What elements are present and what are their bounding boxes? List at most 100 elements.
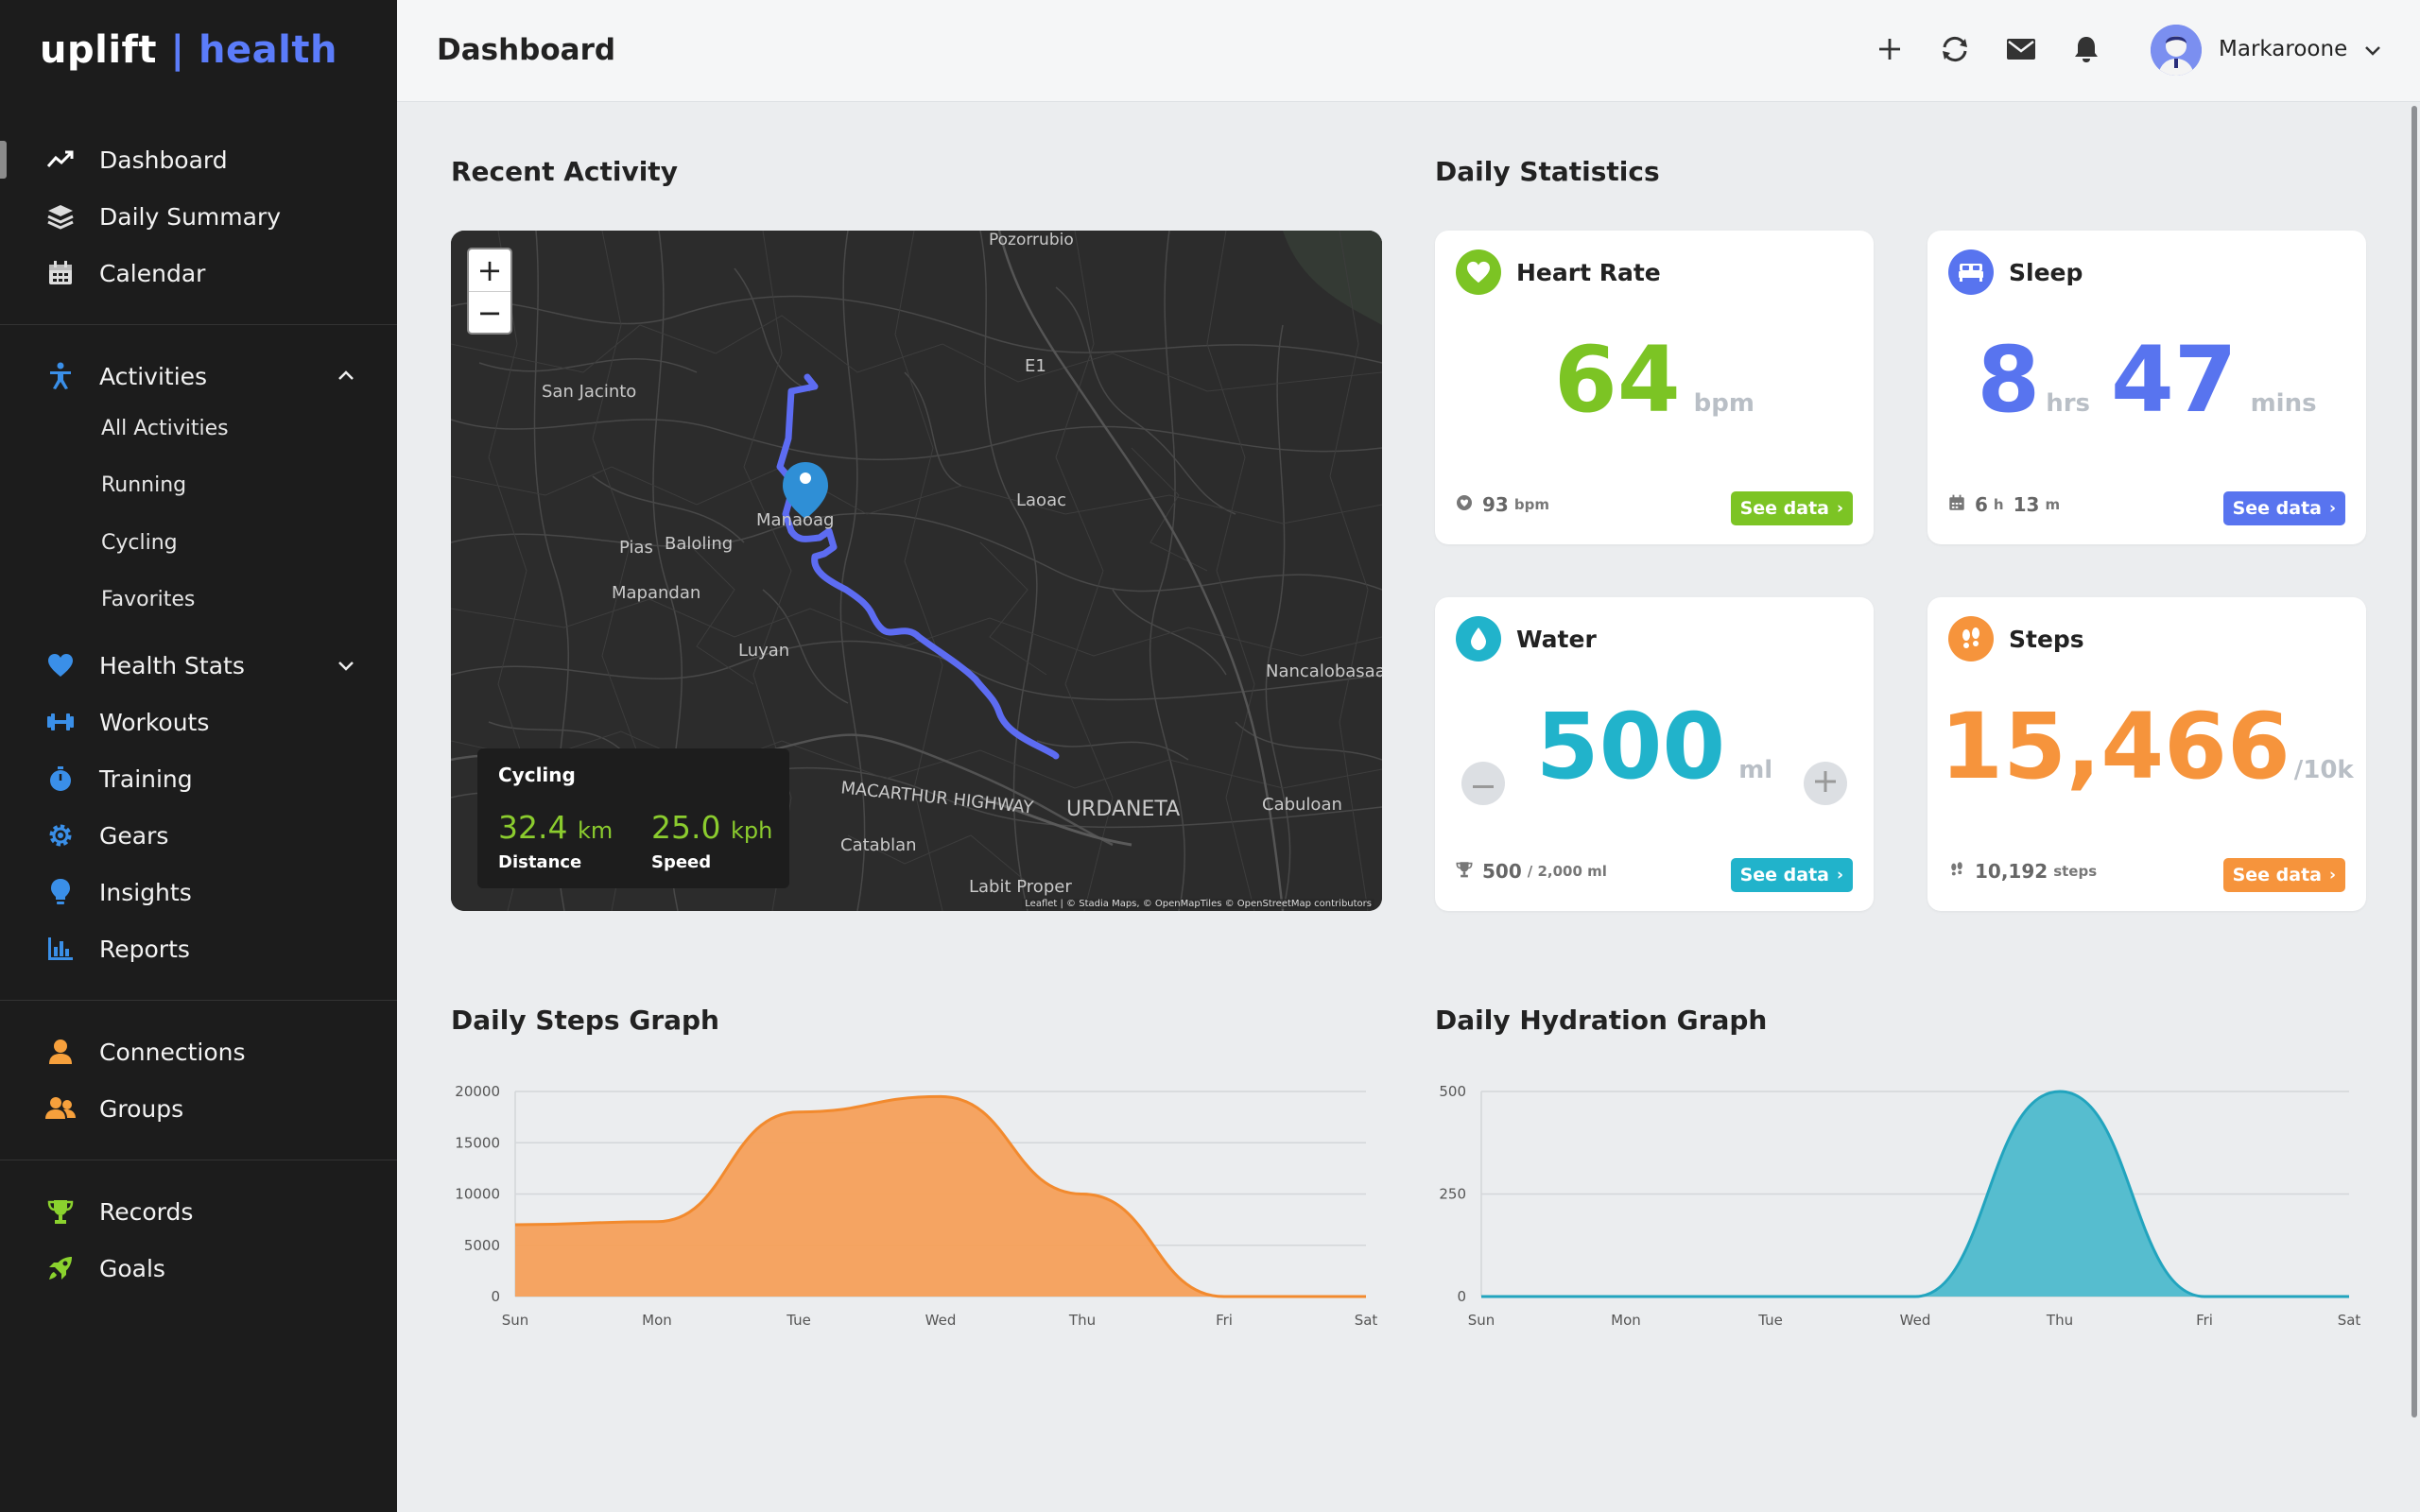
x-tick-label: Thu — [1068, 1312, 1096, 1329]
sidebar-item-reports[interactable]: Reports — [0, 922, 397, 975]
messages-button[interactable] — [2002, 32, 2040, 70]
sleep-avg-hours-unit: h — [1993, 496, 2004, 513]
water-see-data-button[interactable]: See data › — [1730, 858, 1853, 892]
trophy-icon — [45, 1196, 76, 1227]
bell-icon — [2074, 35, 2099, 67]
y-tick-label: 0 — [1457, 1288, 1466, 1305]
sync-button[interactable] — [1936, 32, 1974, 70]
sidebar-item-health-stats[interactable]: Health Stats — [0, 639, 397, 692]
y-tick-label: 250 — [1439, 1186, 1466, 1203]
activity-type: Cycling — [498, 764, 576, 786]
x-tick-label: Fri — [2196, 1312, 2213, 1329]
y-tick-label: 15000 — [455, 1134, 500, 1151]
distance-label: Distance — [498, 852, 582, 872]
x-tick-label: Mon — [642, 1312, 672, 1329]
layers-icon — [45, 201, 76, 232]
sleep-footer: 6 h 13 m — [1948, 493, 2060, 516]
activity-map[interactable]: Pozorrubio E1 San Jacinto Manaoag Laoac … — [451, 231, 1382, 911]
chevron-right-icon: › — [2328, 499, 2336, 518]
user-icon — [45, 1037, 76, 1067]
sidebar-subitem-cycling[interactable]: Cycling — [101, 525, 178, 559]
sidebar-item-insights[interactable]: Insights — [0, 866, 397, 919]
map-label: Pias — [619, 538, 653, 558]
steps-average-unit: steps — [2053, 863, 2098, 880]
map-label: San Jacinto — [542, 382, 637, 402]
water-footer: 500 / 2,000 ml — [1456, 860, 1607, 883]
zoom-in-button[interactable]: + — [469, 249, 510, 291]
y-tick-label: 5000 — [464, 1237, 500, 1254]
y-tick-label: 500 — [1439, 1083, 1466, 1100]
envelope-icon — [2006, 38, 2036, 64]
y-tick-label: 20000 — [455, 1083, 500, 1100]
card-title: Steps — [2009, 626, 2084, 653]
daily-statistics-title: Daily Statistics — [1435, 156, 1660, 187]
steps-card: Steps 15,466 /10k 10,192 steps See data › — [1927, 597, 2366, 911]
speed-number: 25.0 — [651, 809, 721, 846]
card-title: Sleep — [2009, 259, 2083, 286]
page-scrollbar[interactable] — [2411, 106, 2417, 1418]
lightbulb-icon — [45, 877, 76, 907]
chevron-right-icon: › — [1836, 866, 1843, 885]
map-label: Cabuloan — [1262, 795, 1342, 815]
users-icon — [45, 1093, 76, 1124]
x-tick-label: Sun — [502, 1312, 529, 1329]
chevron-down-icon[interactable] — [2361, 40, 2384, 62]
sleep-avg-mins-unit: m — [2045, 496, 2061, 513]
steps-footer: 10,192 steps — [1948, 860, 2097, 883]
sidebar-subitem-all-activities[interactable]: All Activities — [101, 411, 229, 445]
steps-see-data-button[interactable]: See data › — [2222, 858, 2345, 892]
notifications-button[interactable] — [2067, 32, 2105, 70]
sidebar-subitem-running[interactable]: Running — [101, 468, 186, 502]
footprints-icon — [1948, 616, 1994, 662]
x-tick-label: Tue — [786, 1312, 811, 1329]
sidebar-item-dashboard[interactable]: Dashboard — [0, 133, 397, 186]
stopwatch-icon — [45, 764, 76, 794]
sidebar-item-workouts[interactable]: Workouts — [0, 696, 397, 748]
water-goal: / 2,000 ml — [1527, 863, 1607, 880]
daily-hydration-chart[interactable]: 0 250 500 Sun Mon Tue Wed Thu Fri Sat — [1427, 1073, 2373, 1337]
activity-summary-box: Cycling 32.4 km Distance 25.0 kph Speed — [477, 748, 789, 888]
sidebar-item-activities[interactable]: Activities — [0, 350, 397, 403]
sidebar-item-label: Groups — [99, 1094, 184, 1123]
bed-icon — [1948, 249, 1994, 295]
speed-value: 25.0 kph — [651, 809, 772, 846]
map-label: Baloling — [665, 534, 734, 554]
sleep-see-data-button[interactable]: See data › — [2222, 491, 2345, 525]
steps-unit: /10k — [2293, 756, 2354, 784]
sidebar-item-groups[interactable]: Groups — [0, 1082, 397, 1135]
sidebar-item-daily-summary[interactable]: Daily Summary — [0, 190, 397, 243]
heart-rate-footer-icon — [1456, 493, 1473, 516]
x-tick-label: Tue — [1757, 1312, 1783, 1329]
heart-icon — [45, 650, 76, 680]
steps-average: 10,192 — [1975, 860, 2048, 883]
sidebar-item-connections[interactable]: Connections — [0, 1025, 397, 1078]
sidebar-item-label: Goals — [99, 1254, 165, 1282]
button-label: See data — [1739, 498, 1829, 519]
map-label: Pozorrubio — [989, 231, 1074, 249]
sidebar-item-training[interactable]: Training — [0, 752, 397, 805]
user-avatar[interactable] — [2151, 25, 2202, 76]
sidebar-item-gears[interactable]: Gears — [0, 809, 397, 862]
add-button[interactable] — [1871, 32, 1909, 70]
sidebar-item-label: Activities — [99, 362, 208, 390]
sleep-mins-unit: mins — [2250, 389, 2317, 418]
sidebar-item-calendar[interactable]: Calendar — [0, 247, 397, 300]
plus-icon — [1877, 37, 1902, 65]
rocket-icon — [45, 1253, 76, 1283]
sidebar-item-records[interactable]: Records — [0, 1185, 397, 1238]
sidebar-item-label: Records — [99, 1197, 194, 1226]
daily-steps-chart[interactable]: 0 5000 10000 15000 20000 Sun Mon Tue Wed Thu Fri Sa… — [444, 1073, 1390, 1337]
distance-number: 32.4 — [498, 809, 568, 846]
refresh-icon — [1940, 36, 1970, 66]
sidebar-divider — [0, 324, 397, 325]
heart-rate-see-data-button[interactable]: See data › — [1730, 491, 1853, 525]
map-label: Luyan — [738, 641, 790, 661]
sidebar-subitem-favorites[interactable]: Favorites — [101, 582, 195, 616]
sidebar-item-goals[interactable]: Goals — [0, 1242, 397, 1295]
brand-logo[interactable]: uplift | health — [40, 28, 337, 72]
map-zoom-control: + − — [467, 248, 512, 335]
map-attribution[interactable]: Leaflet | © Stadia Maps, © OpenMapTiles … — [1022, 899, 1374, 909]
zoom-out-button[interactable]: − — [469, 291, 510, 333]
user-name[interactable]: Markaroone — [2219, 37, 2347, 61]
sleep-avg-mins: 13 — [2013, 493, 2040, 516]
